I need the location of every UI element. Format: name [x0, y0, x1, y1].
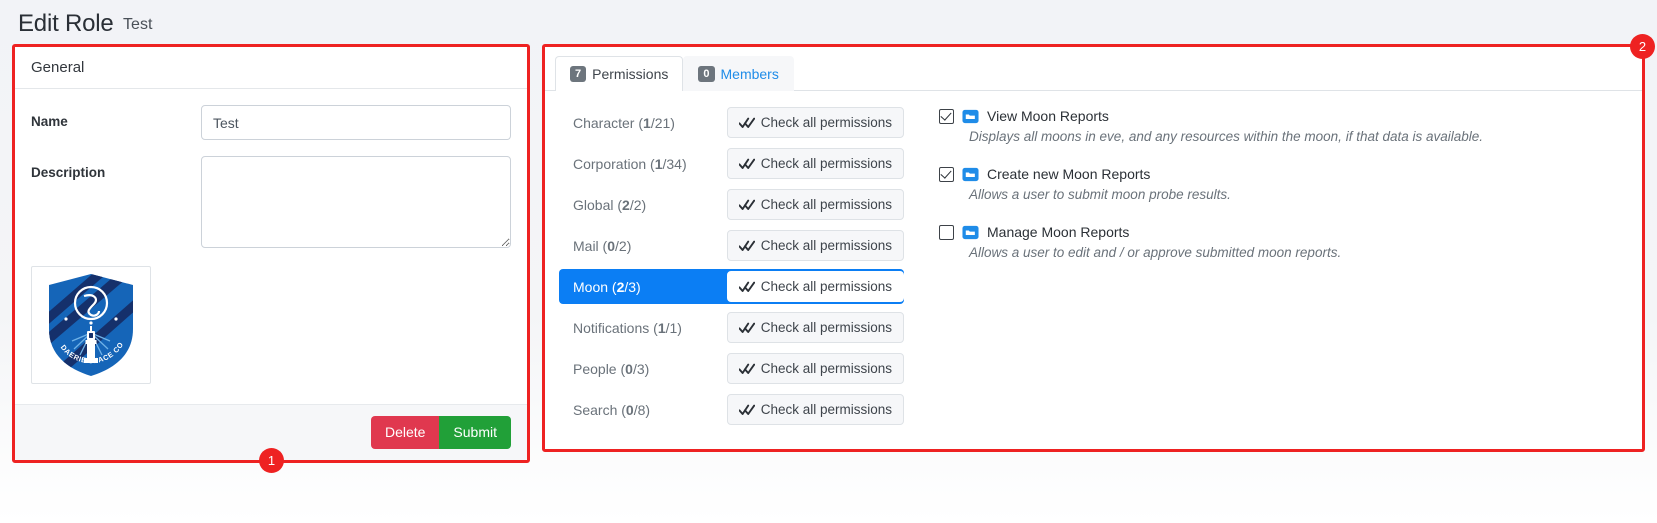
- permission-category-label: People (0/3): [573, 360, 650, 377]
- right-panel-region: 7 Permissions 0 Members Character (1/21)…: [542, 34, 1655, 452]
- permission-item-header: Manage Moon Reports: [939, 224, 1628, 240]
- double-check-icon: [738, 240, 755, 251]
- permission-checkbox[interactable]: [939, 166, 954, 182]
- check-all-permissions-label: Check all permissions: [760, 156, 892, 171]
- check-all-permissions-button[interactable]: Check all permissions: [726, 189, 904, 220]
- tab-members-count: 0: [698, 66, 715, 82]
- permission-category-row[interactable]: Global (2/2) Check all permissions: [559, 187, 904, 222]
- permissions-card: 7 Permissions 0 Members Character (1/21)…: [545, 47, 1642, 449]
- permission-category-label: Moon (2/3): [573, 278, 641, 295]
- permission-checkbox[interactable]: [939, 224, 954, 240]
- permission-category-label: Mail (0/2): [573, 237, 632, 254]
- double-check-icon: [738, 404, 755, 415]
- permission-category-row[interactable]: Mail (0/2) Check all permissions: [559, 228, 904, 263]
- check-all-permissions-button[interactable]: Check all permissions: [726, 107, 904, 138]
- check-all-permissions-label: Check all permissions: [760, 197, 892, 212]
- permissions-body: Character (1/21) Check all permissions Cor…: [545, 91, 1642, 449]
- name-label: Name: [31, 114, 68, 129]
- annotation-box-2: 7 Permissions 0 Members Character (1/21)…: [542, 34, 1655, 452]
- check-all-permissions-label: Check all permissions: [760, 279, 892, 294]
- check-all-permissions-button[interactable]: Check all permissions: [726, 271, 904, 302]
- space-command-crest-icon: DAERIE SPACE COMMAND: [42, 271, 135, 378]
- permission-title: View Moon Reports: [987, 108, 1109, 124]
- permission-category-label: Notifications (1/1): [573, 319, 682, 336]
- double-check-icon: [738, 117, 755, 128]
- permission-category-row[interactable]: Notifications (1/1) Check all permissions: [559, 310, 904, 345]
- permission-category-list: Character (1/21) Check all permissions Cor…: [559, 105, 904, 433]
- page-header: Edit Role Test: [0, 0, 1657, 44]
- general-card-body: Name Description: [15, 89, 527, 404]
- permission-category-row[interactable]: Character (1/21) Check all permissions: [559, 105, 904, 140]
- annotation-badge-1: 1: [259, 447, 284, 473]
- permission-item-list: View Moon Reports Displays all moons in e…: [904, 105, 1628, 433]
- permission-item-header: Create new Moon Reports: [939, 166, 1628, 182]
- permission-checkbox[interactable]: [939, 108, 954, 124]
- description-form-row: Description: [31, 156, 511, 248]
- folder-icon: [962, 225, 979, 239]
- page-subtitle: Test: [123, 16, 153, 33]
- check-all-permissions-button[interactable]: Check all permissions: [726, 148, 904, 179]
- annotation-badge-2: 2: [1630, 34, 1655, 59]
- annotation-box-1: General Name Description: [12, 44, 530, 473]
- permissions-tabs: 7 Permissions 0 Members: [545, 47, 1642, 91]
- delete-button[interactable]: Delete: [370, 416, 440, 449]
- general-card-header: General: [15, 47, 527, 89]
- permission-category-label: Global (2/2): [573, 196, 647, 213]
- permission-item-header: View Moon Reports: [939, 108, 1628, 124]
- check-all-permissions-button[interactable]: Check all permissions: [726, 394, 904, 425]
- role-logo-frame: DAERIE SPACE COMMAND: [31, 266, 151, 384]
- permission-item: Manage Moon Reports Allows a user to edit…: [939, 224, 1628, 260]
- check-all-permissions-button[interactable]: Check all permissions: [726, 230, 904, 261]
- logo-row: DAERIE SPACE COMMAND: [31, 264, 511, 398]
- check-all-permissions-button[interactable]: Check all permissions: [726, 312, 904, 343]
- check-all-permissions-label: Check all permissions: [760, 361, 892, 376]
- page-title: Edit Role: [18, 10, 114, 37]
- permission-item: View Moon Reports Displays all moons in e…: [939, 108, 1628, 144]
- tab-permissions-count: 7: [570, 66, 587, 82]
- permission-category-label: Character (1/21): [573, 114, 675, 131]
- folder-icon: [962, 109, 979, 123]
- double-check-icon: [738, 199, 755, 210]
- description-label: Description: [31, 165, 106, 180]
- permission-description: Allows a user to edit and / or approve s…: [969, 245, 1342, 260]
- check-all-permissions-label: Check all permissions: [760, 320, 892, 335]
- description-textarea[interactable]: [201, 156, 511, 248]
- check-all-permissions-label: Check all permissions: [760, 402, 892, 417]
- permission-category-row[interactable]: Moon (2/3) Check all permissions: [559, 269, 904, 304]
- permission-description: Displays all moons in eve, and any resou…: [969, 129, 1484, 144]
- folder-icon: [962, 167, 979, 181]
- tab-members-label: Members: [720, 66, 779, 82]
- check-all-permissions-label: Check all permissions: [760, 238, 892, 253]
- check-all-permissions-label: Check all permissions: [760, 115, 892, 130]
- permission-title: Manage Moon Reports: [987, 224, 1130, 240]
- permission-category-row[interactable]: Search (0/8) Check all permissions: [559, 392, 904, 427]
- double-check-icon: [738, 158, 755, 169]
- main-layout: General Name Description: [0, 34, 1657, 473]
- permission-title: Create new Moon Reports: [987, 166, 1151, 182]
- double-check-icon: [738, 281, 755, 292]
- permission-category-row[interactable]: People (0/3) Check all permissions: [559, 351, 904, 386]
- tab-permissions-label: Permissions: [592, 66, 669, 82]
- permission-item: Create new Moon Reports Allows a user to …: [939, 166, 1628, 202]
- general-card: General Name Description: [15, 47, 527, 460]
- double-check-icon: [738, 322, 755, 333]
- permission-category-label: Search (0/8): [573, 401, 651, 418]
- permission-category-row[interactable]: Corporation (1/34) Check all permissions: [559, 146, 904, 181]
- name-input[interactable]: [201, 105, 511, 140]
- double-check-icon: [738, 363, 755, 374]
- permission-description: Allows a user to submit moon probe resul…: [969, 187, 1231, 202]
- tab-members[interactable]: 0 Members: [683, 56, 794, 91]
- name-form-row: Name: [31, 105, 511, 140]
- check-all-permissions-button[interactable]: Check all permissions: [726, 353, 904, 384]
- submit-button[interactable]: Submit: [439, 416, 511, 449]
- left-panel-region: General Name Description: [12, 44, 530, 473]
- general-card-title: General: [31, 59, 85, 76]
- permission-category-label: Corporation (1/34): [573, 155, 687, 172]
- tab-permissions[interactable]: 7 Permissions: [555, 56, 684, 91]
